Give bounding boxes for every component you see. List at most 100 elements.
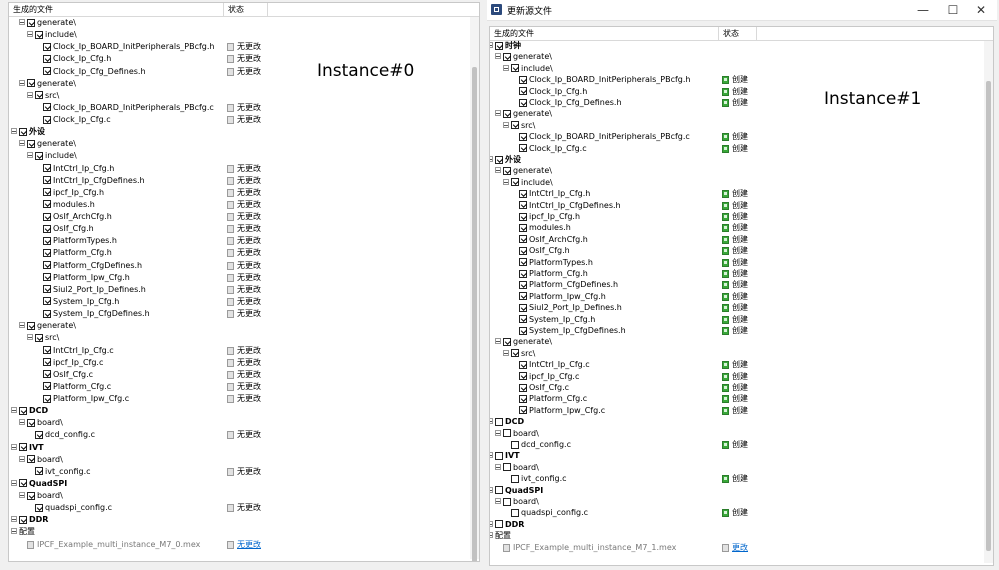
vertical-scrollbar[interactable]	[470, 17, 479, 561]
column-header-status[interactable]: 状态	[719, 27, 757, 40]
row-checkbox[interactable]	[27, 455, 35, 464]
collapse-icon[interactable]	[490, 452, 493, 459]
row-checkbox[interactable]	[503, 52, 511, 61]
tree-row[interactable]: Platform_Ipw_Cfg.c 无更改	[9, 393, 469, 405]
row-checkbox[interactable]	[43, 236, 51, 245]
tree-row[interactable]: OsIf_Cfg.h 创建	[490, 245, 983, 257]
tree-row[interactable]: generate\	[490, 165, 983, 177]
tree-row[interactable]: ipcf_Ip_Cfg.c 无更改	[9, 357, 469, 369]
collapse-icon[interactable]	[503, 349, 509, 356]
tree-row[interactable]: Clock_Ip_Cfg.c 创建	[490, 143, 983, 155]
row-checkbox[interactable]	[519, 75, 527, 84]
collapse-icon[interactable]	[503, 64, 509, 71]
tree-row[interactable]: Siul2_Port_Ip_Defines.h 无更改	[9, 284, 469, 296]
row-checkbox[interactable]	[519, 235, 527, 244]
tree-row[interactable]: IntCtrl_Ip_CfgDefines.h 无更改	[9, 175, 469, 187]
row-checkbox[interactable]	[519, 269, 527, 278]
tree-row[interactable]: ivt_config.c 创建	[490, 473, 983, 485]
row-checkbox[interactable]	[519, 201, 527, 210]
row-checkbox[interactable]	[35, 91, 43, 100]
row-checkbox[interactable]	[519, 383, 527, 392]
tree-row[interactable]: System_Ip_CfgDefines.h 无更改	[9, 308, 469, 320]
collapse-icon[interactable]	[495, 110, 501, 117]
collapse-icon[interactable]	[11, 528, 17, 535]
tree-row[interactable]: Clock_Ip_BOARD_InitPeripherals_PBcfg.h 无更…	[9, 41, 469, 53]
row-checkbox[interactable]	[495, 417, 503, 426]
row-checkbox[interactable]	[43, 200, 51, 209]
row-checkbox[interactable]	[519, 98, 527, 107]
collapse-icon[interactable]	[27, 334, 33, 341]
row-checkbox[interactable]	[519, 87, 527, 96]
row-checkbox[interactable]	[43, 358, 51, 367]
row-checkbox[interactable]	[511, 64, 519, 73]
tree-row[interactable]: QuadSPI	[490, 485, 983, 497]
row-checkbox[interactable]	[43, 382, 51, 391]
row-checkbox[interactable]	[43, 346, 51, 354]
tree-row[interactable]: Platform_Cfg.h 无更改	[9, 247, 469, 259]
tree-row[interactable]: generate\	[490, 336, 983, 348]
collapse-icon[interactable]	[11, 128, 17, 135]
row-checkbox[interactable]	[495, 451, 503, 460]
tree-row[interactable]: PlatformTypes.h 无更改	[9, 235, 469, 247]
row-checkbox[interactable]	[43, 54, 51, 63]
tree-row[interactable]: dcd_config.c 无更改	[9, 429, 469, 441]
collapse-icon[interactable]	[490, 156, 493, 162]
collapse-icon[interactable]	[19, 79, 25, 86]
row-checkbox[interactable]	[503, 429, 511, 438]
tree-row[interactable]: OsIf_Cfg.h 无更改	[9, 223, 469, 235]
row-checkbox[interactable]	[511, 121, 519, 130]
tree-row[interactable]: Siul2_Port_Ip_Defines.h 创建	[490, 302, 983, 314]
collapse-icon[interactable]	[503, 178, 509, 185]
tree-row[interactable]: DCD	[9, 405, 469, 417]
tree-row[interactable]: IVT	[490, 450, 983, 462]
row-checkbox[interactable]	[19, 127, 27, 136]
tree-row[interactable]: quadspi_config.c 创建	[490, 507, 983, 519]
row-checkbox[interactable]	[519, 326, 527, 335]
row-checkbox[interactable]	[43, 394, 51, 403]
tree-row[interactable]: OsIf_Cfg.c 创建	[490, 382, 983, 394]
row-checkbox[interactable]	[519, 258, 527, 267]
row-checkbox[interactable]	[43, 188, 51, 197]
row-checkbox[interactable]	[43, 309, 51, 318]
scrollbar-thumb[interactable]	[472, 67, 477, 561]
row-checkbox[interactable]	[43, 115, 51, 124]
collapse-icon[interactable]	[495, 429, 501, 436]
tree-row[interactable]: Platform_Ipw_Cfg.c 创建	[490, 405, 983, 417]
tree-row[interactable]: Platform_CfgDefines.h 创建	[490, 279, 983, 291]
row-checkbox[interactable]	[519, 315, 527, 324]
row-checkbox[interactable]	[519, 394, 527, 403]
tree-row[interactable]: QuadSPI	[9, 478, 469, 490]
collapse-icon[interactable]	[19, 492, 25, 499]
tree-row[interactable]: Platform_CfgDefines.h 无更改	[9, 260, 469, 272]
tree-row[interactable]: include\	[9, 150, 469, 162]
tree-row[interactable]: OsIf_ArchCfg.h 创建	[490, 234, 983, 246]
collapse-icon[interactable]	[11, 407, 17, 414]
tree-row[interactable]: generate\	[490, 51, 983, 63]
row-checkbox[interactable]	[35, 503, 43, 512]
tree-row[interactable]: IVT	[9, 442, 469, 454]
row-checkbox[interactable]	[43, 212, 51, 221]
row-checkbox[interactable]	[43, 261, 51, 270]
tree-row[interactable]: board\	[9, 417, 469, 429]
tree-row[interactable]: board\	[490, 428, 983, 440]
row-checkbox[interactable]	[43, 42, 51, 51]
tree-row[interactable]: 配置	[490, 530, 983, 542]
tree-row[interactable]: include\	[490, 177, 983, 189]
tree-row[interactable]: dcd_config.c 创建	[490, 439, 983, 451]
row-checkbox[interactable]	[35, 430, 43, 439]
row-checkbox[interactable]	[519, 212, 527, 221]
status-link[interactable]: 无更改	[237, 539, 261, 551]
collapse-icon[interactable]	[19, 19, 25, 25]
tree-row[interactable]: generate\	[9, 17, 469, 29]
row-checkbox[interactable]	[43, 224, 51, 233]
row-checkbox[interactable]	[519, 223, 527, 232]
row-checkbox[interactable]	[27, 491, 35, 500]
vertical-scrollbar[interactable]	[984, 41, 993, 563]
row-checkbox[interactable]	[35, 30, 43, 39]
row-checkbox[interactable]	[19, 443, 27, 452]
row-checkbox[interactable]	[519, 360, 527, 369]
row-checkbox[interactable]	[43, 273, 51, 282]
tree-row[interactable]: 外设	[9, 126, 469, 138]
row-checkbox[interactable]	[43, 67, 51, 76]
row-checkbox[interactable]	[511, 349, 519, 358]
